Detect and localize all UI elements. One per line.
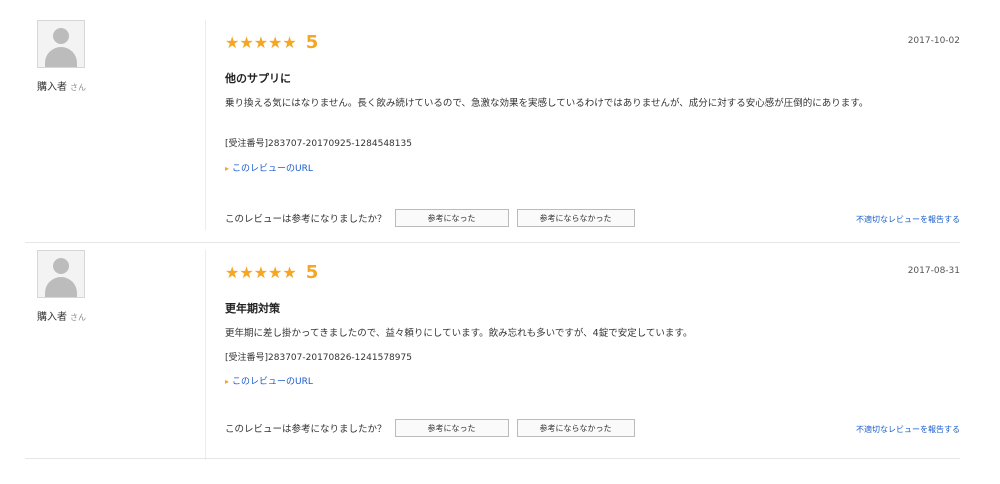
reviewer-name: 購入者 さん xyxy=(37,308,86,323)
helpful-yes-button[interactable]: 参考になった xyxy=(394,209,509,227)
review-divider xyxy=(25,458,960,459)
rating: ★★★★★ 5 xyxy=(225,262,318,283)
helpful-question: このレビューは参考になりましたか？ xyxy=(225,424,387,435)
order-number: [受注番号]283707-20170826-1241578975 xyxy=(225,353,412,363)
helpful-question: このレビューは参考になりましたか？ xyxy=(225,214,387,225)
review-title: 他のサプリに xyxy=(225,72,291,85)
avatar-head xyxy=(53,28,69,44)
review-body: 乗り換える気にはなりません。長く飲み続けているので、急激な効果を実感しているわけ… xyxy=(225,98,869,109)
review-url-link[interactable]: ▸ このレビューのURL xyxy=(225,161,313,174)
avatar-head xyxy=(53,258,69,274)
triangle-icon: ▸ xyxy=(225,164,230,173)
helpful-row: このレビューは参考になりましたか？ 参考になった 参考にならなかった xyxy=(225,209,643,227)
star-rating-icon: ★★★★★ xyxy=(225,33,297,52)
avatar-body xyxy=(45,277,77,297)
star-rating-icon: ★★★★★ xyxy=(225,263,297,282)
helpful-yes-button[interactable]: 参考になった xyxy=(394,419,509,437)
avatar-body xyxy=(45,47,77,67)
review-title: 更年期対策 xyxy=(225,302,280,315)
review-url-label: このレビューのURL xyxy=(232,377,313,387)
triangle-icon: ▸ xyxy=(225,377,230,386)
reviewer-label: 購入者 xyxy=(37,82,67,93)
avatar xyxy=(37,20,85,68)
column-divider xyxy=(205,20,206,230)
order-number: [受注番号]283707-20170925-1284548135 xyxy=(225,139,412,149)
review-body: 更年期に差し掛かってきましたので、益々頼りにしています。飲み忘れも多いですが、4… xyxy=(225,328,693,339)
helpful-no-button[interactable]: 参考にならなかった xyxy=(516,419,635,437)
review-item: 購入者 さん ★★★★★ 5 2017-08-31 更年期対策 更年期に差し掛かっ… xyxy=(0,236,1000,466)
helpful-row: このレビューは参考になりましたか？ 参考になった 参考にならなかった xyxy=(225,419,643,437)
rating-score: 5 xyxy=(305,32,319,53)
reviewer-label: 購入者 xyxy=(37,312,67,323)
review-item: 購入者 さん ★★★★★ 5 2017-10-02 他のサプリに 乗り換える気には… xyxy=(0,6,1000,236)
review-date: 2017-10-02 xyxy=(907,36,960,46)
reviewer-suffix: さん xyxy=(70,313,86,322)
column-divider xyxy=(205,250,206,460)
rating: ★★★★★ 5 xyxy=(225,32,318,53)
reviewer-suffix: さん xyxy=(70,83,86,92)
reviewer-name: 購入者 さん xyxy=(37,78,86,93)
review-date: 2017-08-31 xyxy=(907,266,960,276)
avatar xyxy=(37,250,85,298)
report-review-link[interactable]: 不適切なレビューを報告する xyxy=(856,424,960,435)
review-url-label: このレビューのURL xyxy=(232,164,313,174)
report-review-link[interactable]: 不適切なレビューを報告する xyxy=(856,214,960,225)
helpful-no-button[interactable]: 参考にならなかった xyxy=(516,209,635,227)
rating-score: 5 xyxy=(305,262,319,283)
review-url-link[interactable]: ▸ このレビューのURL xyxy=(225,374,313,387)
